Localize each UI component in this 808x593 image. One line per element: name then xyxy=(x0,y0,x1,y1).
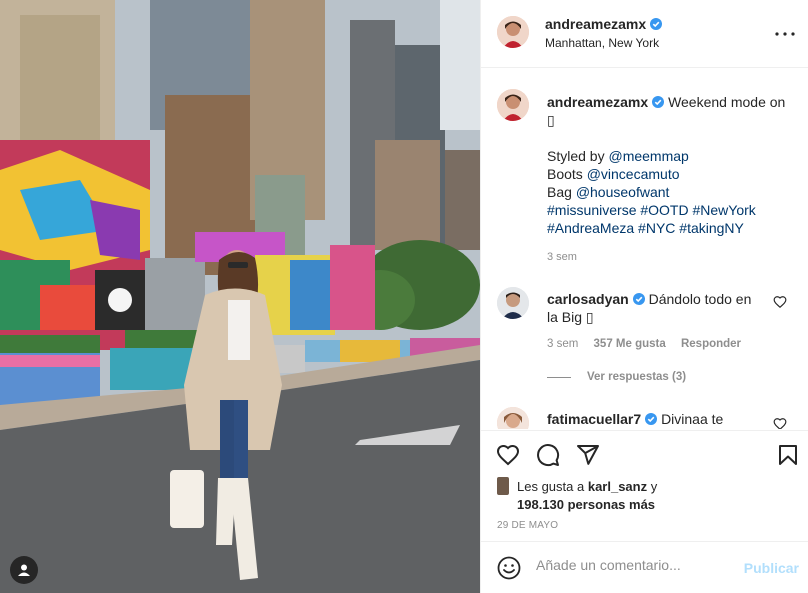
post-details-panel: andreamezamx Manhattan, New York andream… xyxy=(480,0,808,593)
post-date[interactable]: 29 DE MAYO xyxy=(497,520,558,531)
comment-text-line2: la Big ▯ xyxy=(547,309,594,325)
publish-button[interactable]: Publicar xyxy=(744,560,799,576)
more-dots-icon xyxy=(775,32,795,36)
caption-username[interactable]: andreamezamx xyxy=(547,94,648,110)
verified-badge-icon xyxy=(632,293,645,305)
user-tag-icon xyxy=(18,564,30,576)
comment-button[interactable] xyxy=(535,442,561,468)
styled-by-label: Styled by xyxy=(547,148,609,164)
view-replies-label: Ver respuestas (3) xyxy=(587,371,687,383)
comment: carlosadyan Dándolo todo en la Big ▯ xyxy=(547,290,767,326)
post-location[interactable]: Manhattan, New York xyxy=(545,36,659,50)
boots-label: Boots xyxy=(547,166,587,182)
street-scene-image xyxy=(0,0,480,593)
commenter-avatar[interactable] xyxy=(497,407,529,429)
comment-text: Divinaa te xyxy=(661,411,724,427)
comment-text: Dándolo todo en xyxy=(648,291,752,307)
comment-like-heart-icon[interactable] xyxy=(773,417,787,429)
caption-author-avatar[interactable] xyxy=(497,89,529,121)
likes-connector: y xyxy=(650,479,658,494)
tagged-users-button[interactable] xyxy=(10,556,38,584)
share-button[interactable] xyxy=(575,442,601,468)
caption-emoji: ▯ xyxy=(547,112,555,128)
comment-username[interactable]: carlosadyan xyxy=(547,291,629,307)
styled-by-mention[interactable]: @meemmap xyxy=(608,148,688,164)
heart-icon xyxy=(496,444,520,466)
comment-icon xyxy=(537,444,560,467)
save-button[interactable] xyxy=(775,442,801,468)
add-comment-bar: Publicar xyxy=(481,541,808,593)
reply-button[interactable]: Responder xyxy=(681,338,741,350)
comment-likes-count[interactable]: 357 Me gusta xyxy=(594,338,666,350)
post-caption: andreamezamx Weekend mode on ▯ Styled by… xyxy=(547,93,797,237)
likes-prefix: Les gusta a xyxy=(517,479,585,494)
comment: fatimacuellar7 Divinaa te xyxy=(547,410,723,428)
bookmark-icon xyxy=(779,445,797,465)
verified-badge-icon xyxy=(645,413,658,425)
author-avatar[interactable] xyxy=(497,16,529,48)
replies-divider-line xyxy=(547,376,571,378)
comment-timestamp[interactable]: 3 sem xyxy=(547,338,578,350)
comment-meta: 3 sem 357 Me gusta Responder xyxy=(547,338,753,350)
post-actions: Les gusta a karl_sanz y 198.130 personas… xyxy=(481,430,808,540)
hashtags-line-2[interactable]: #AndreaMeza #NYC #takingNY xyxy=(547,219,797,237)
like-button[interactable] xyxy=(495,442,521,468)
caption-first-line: Weekend mode on xyxy=(668,94,786,110)
paper-plane-icon xyxy=(577,445,599,465)
smiley-icon[interactable] xyxy=(497,556,521,580)
verified-badge-icon xyxy=(650,18,663,30)
liker-avatar[interactable] xyxy=(497,477,509,495)
boots-mention[interactable]: @vincecamuto xyxy=(587,166,680,182)
comment-like-heart-icon[interactable] xyxy=(773,295,787,309)
post-photo[interactable] xyxy=(0,0,480,593)
post-header: andreamezamx Manhattan, New York xyxy=(481,0,808,68)
likes-summary: Les gusta a karl_sanz y 198.130 personas… xyxy=(497,477,657,514)
verified-badge-icon xyxy=(652,96,665,108)
comments-section[interactable]: andreamezamx Weekend mode on ▯ Styled by… xyxy=(481,69,808,429)
view-replies-button[interactable]: Ver respuestas (3) xyxy=(547,371,686,383)
author-username[interactable]: andreamezamx xyxy=(545,16,646,32)
comment-username[interactable]: fatimacuellar7 xyxy=(547,411,641,427)
comment-input[interactable] xyxy=(536,557,736,573)
hashtags-line-1[interactable]: #missuniverse #OOTD #NewYork xyxy=(547,201,797,219)
likes-count[interactable]: 198.130 personas más xyxy=(517,497,655,512)
bag-mention[interactable]: @houseofwant xyxy=(576,184,670,200)
caption-timestamp[interactable]: 3 sem xyxy=(547,251,577,263)
commenter-avatar[interactable] xyxy=(497,287,529,319)
bag-label: Bag xyxy=(547,184,576,200)
liker-username[interactable]: karl_sanz xyxy=(588,479,647,494)
more-options-button[interactable] xyxy=(773,22,797,46)
author-name-row: andreamezamx xyxy=(545,16,663,32)
